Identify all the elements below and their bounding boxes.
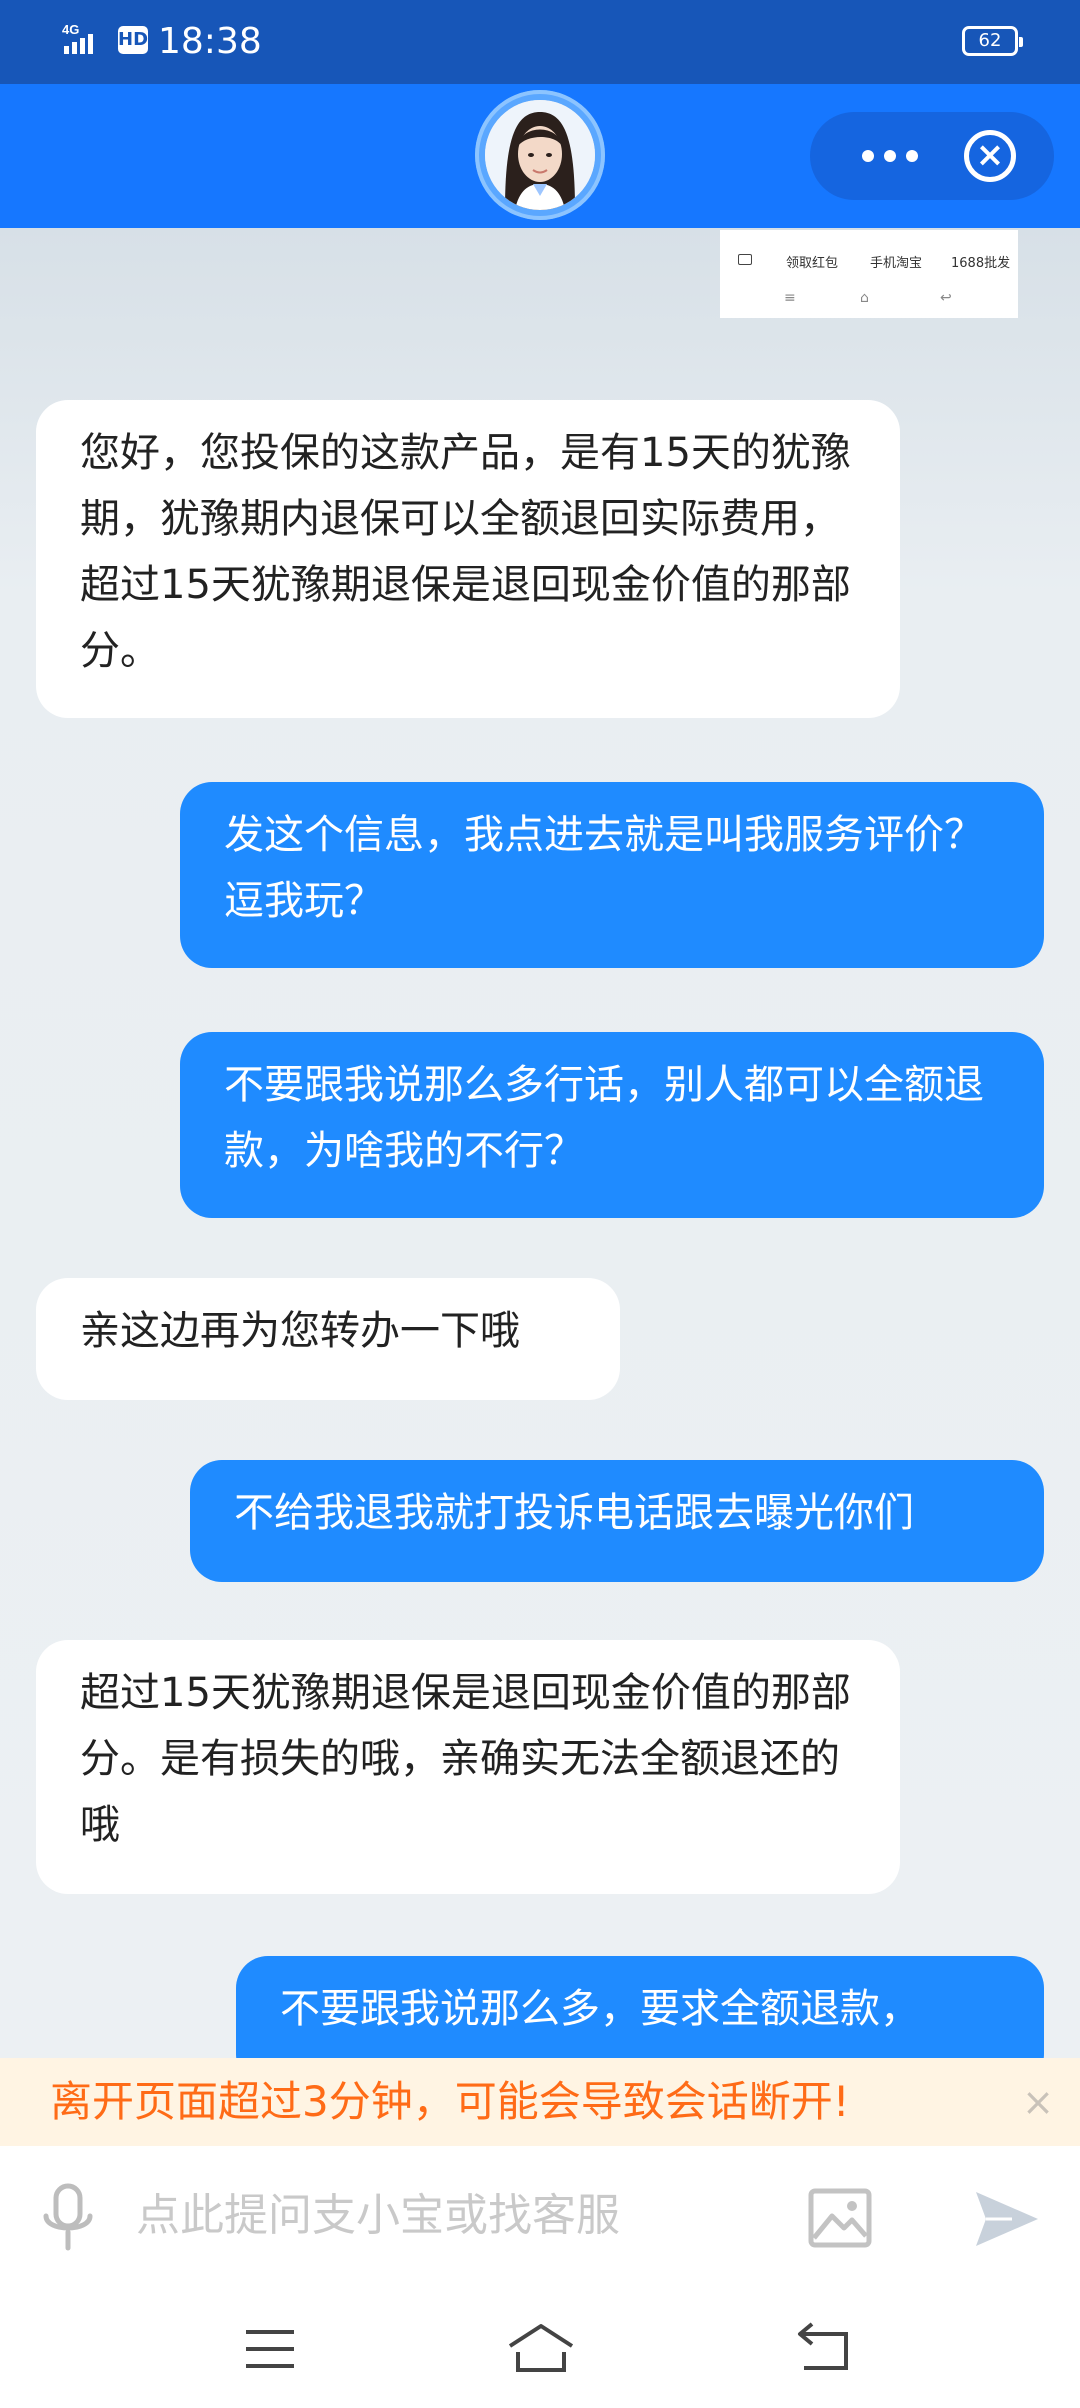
message-bubble-agent[interactable]: 超过15天犹豫期退保是退回现金价值的那部分。是有损失的哦，亲确实无法全额退还的哦 <box>36 1640 900 1894</box>
notice-text: 离开页面超过3分钟，可能会导致会话断开! <box>50 2077 850 2126</box>
system-nav-bar <box>0 2286 1080 2408</box>
session-timeout-notice: 离开页面超过3分钟，可能会导致会话断开! × <box>0 2058 1080 2146</box>
message-bubble-user[interactable]: 不要跟我说那么多，要求全额退款， <box>236 1956 1044 2058</box>
mini-home-icon[interactable]: ⌂ <box>860 291 869 305</box>
chat-header: × <box>0 84 1080 228</box>
input-bar: 点此提问支小宝或找客服 <box>0 2146 1080 2286</box>
strip-item-taobao[interactable]: 手机淘宝 <box>870 252 922 271</box>
send-icon[interactable] <box>972 2186 1042 2252</box>
message-input[interactable]: 点此提问支小宝或找客服 <box>136 2184 620 2248</box>
microphone-icon[interactable] <box>40 2182 96 2254</box>
close-circle-icon[interactable]: × <box>964 130 1016 182</box>
battery-icon: 62 <box>962 26 1023 56</box>
strip-item-red-packet[interactable]: 领取红包 <box>786 252 838 271</box>
more-dots-icon[interactable] <box>840 112 940 200</box>
menu-icon[interactable] <box>244 2328 296 2370</box>
status-bar: 4G HD 18:38 62 <box>0 0 1080 84</box>
close-icon[interactable]: × <box>1012 2076 1064 2128</box>
message-bubble-user[interactable]: 不要跟我说那么多行话，别人都可以全额退款，为啥我的不行？ <box>180 1032 1044 1218</box>
clock: 18:38 <box>158 21 262 62</box>
strip-item-1688[interactable]: 1688批发 <box>951 252 1010 271</box>
home-icon[interactable] <box>506 2322 576 2374</box>
chat-area[interactable]: 领取红包 手机淘宝 1688批发 ≡ ⌂ ↩ 您好，您投保的这款产品，是有15天… <box>0 228 1080 2058</box>
hd-badge: HD <box>118 26 148 54</box>
signal-icon: 4G <box>62 22 108 58</box>
mini-back-icon[interactable]: ↩ <box>940 291 952 305</box>
keyboard-icon[interactable] <box>738 254 752 265</box>
message-bubble-user[interactable]: 发这个信息，我点进去就是叫我服务评价？逗我玩？ <box>180 782 1044 968</box>
network-type-label: 4G <box>62 22 79 37</box>
mini-menu-icon[interactable]: ≡ <box>784 291 796 305</box>
avatar-image <box>485 100 595 210</box>
message-bubble-user[interactable]: 不给我退我就打投诉电话跟去曝光你们 <box>190 1460 1044 1582</box>
message-bubble-agent[interactable]: 您好，您投保的这款产品，是有15天的犹豫期，犹豫期内退保可以全额退回实际费用，超… <box>36 400 900 718</box>
avatar[interactable] <box>475 90 605 220</box>
back-icon[interactable] <box>796 2322 852 2372</box>
message-bubble-agent[interactable]: 亲这边再为您转办一下哦 <box>36 1278 620 1400</box>
mini-program-capsule: × <box>810 112 1054 200</box>
mini-browser-strip: 领取红包 手机淘宝 1688批发 ≡ ⌂ ↩ <box>720 230 1018 318</box>
image-icon[interactable] <box>808 2188 872 2248</box>
